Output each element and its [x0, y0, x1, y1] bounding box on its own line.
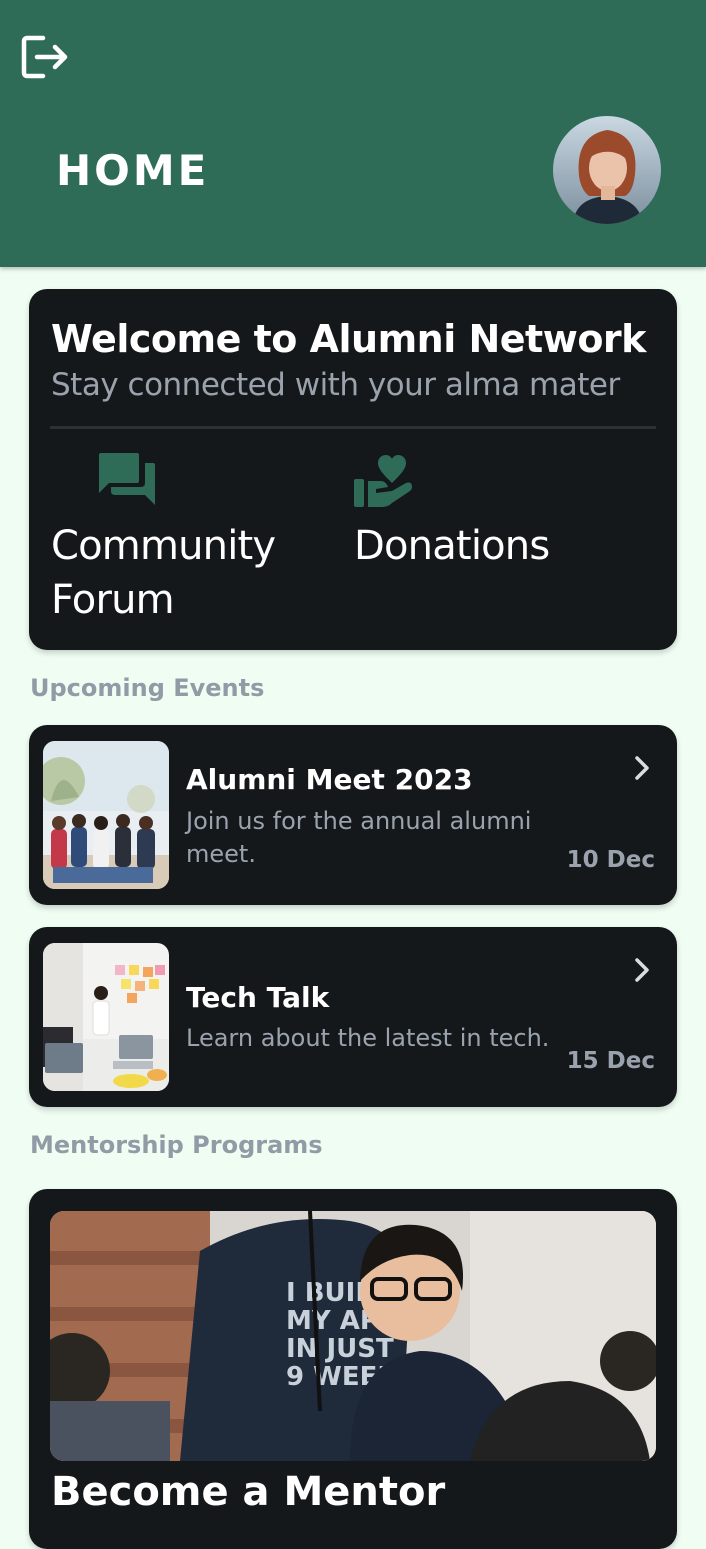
- event-card[interactable]: Alumni Meet 2023 Join us for the annual …: [29, 725, 677, 905]
- event-description: Join us for the annual alumni meet.: [186, 807, 532, 868]
- logout-button[interactable]: [20, 34, 70, 80]
- donation-hand-heart-icon: [354, 455, 412, 507]
- welcome-card: Welcome to Alumni Network Stay connected…: [29, 289, 677, 650]
- event-description: Learn about the latest in tech.: [186, 1024, 550, 1052]
- event-title: Alumni Meet 2023: [186, 763, 473, 796]
- forum-icon: [99, 453, 155, 505]
- section-title-mentorship-programs: Mentorship Programs: [30, 1131, 323, 1159]
- event-card[interactable]: Tech Talk Learn about the latest in tech…: [29, 927, 677, 1107]
- chevron-right-icon[interactable]: [633, 957, 651, 983]
- svg-text:IN JUST: IN JUST: [286, 1334, 394, 1364]
- app-header: HOME: [0, 0, 706, 267]
- welcome-subtitle: Stay connected with your alma mater: [51, 367, 620, 403]
- page-title: HOME: [56, 146, 210, 195]
- donations-label: Donations: [354, 523, 550, 569]
- divider: [50, 426, 656, 429]
- chevron-right-icon[interactable]: [633, 755, 651, 781]
- community-forum-label: Community Forum: [51, 523, 276, 623]
- event-title: Tech Talk: [186, 981, 330, 1014]
- mentor-card[interactable]: I BUILT MY APP IN JUST 9 WEEKS Become a …: [29, 1189, 677, 1549]
- section-title-upcoming-events: Upcoming Events: [30, 674, 265, 702]
- event-date: 10 Dec: [566, 847, 655, 873]
- event-image: [43, 741, 169, 889]
- community-forum-button[interactable]: Community Forum: [51, 449, 331, 629]
- mentor-card-title: Become a Mentor: [51, 1469, 446, 1515]
- profile-avatar[interactable]: [553, 116, 661, 224]
- logout-icon: [21, 35, 68, 79]
- event-image: [43, 943, 169, 1091]
- welcome-title: Welcome to Alumni Network: [51, 317, 646, 361]
- event-date: 15 Dec: [566, 1048, 655, 1074]
- donations-button[interactable]: Donations: [354, 449, 634, 569]
- mentor-image: I BUILT MY APP IN JUST 9 WEEKS: [50, 1211, 656, 1461]
